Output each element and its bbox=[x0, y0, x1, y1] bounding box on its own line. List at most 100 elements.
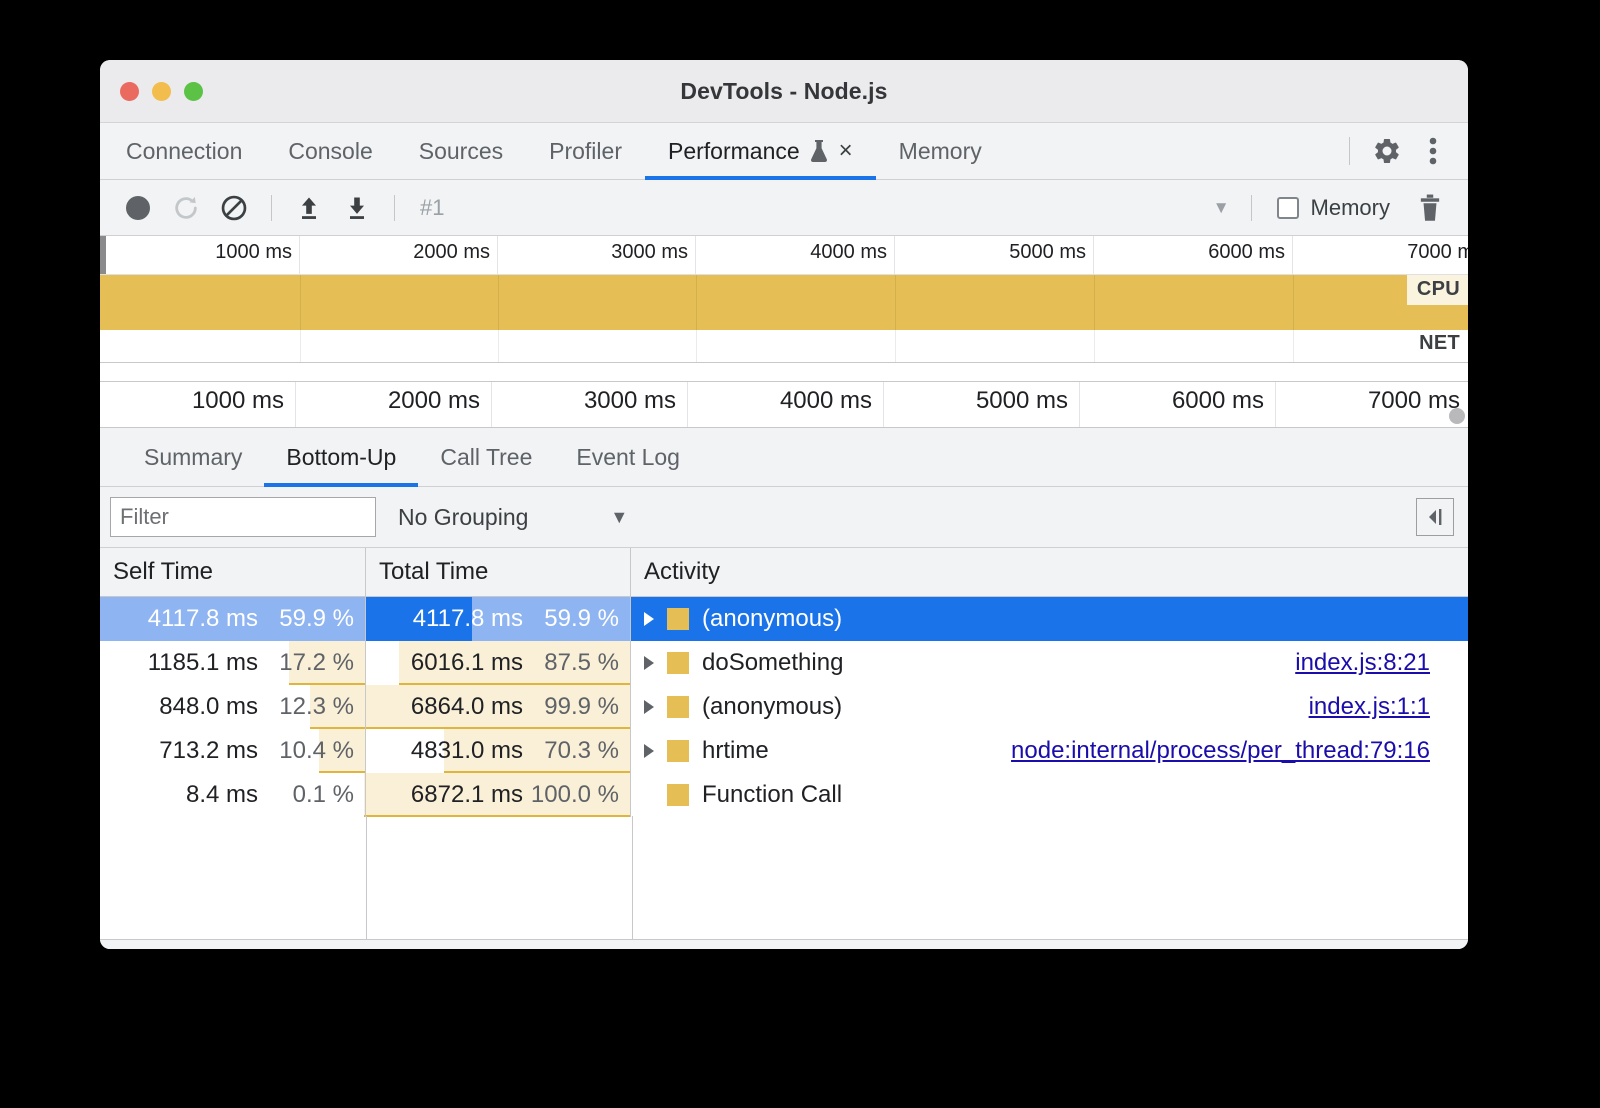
timeline-ruler[interactable]: 1000 ms 2000 ms 3000 ms 4000 ms 5000 ms … bbox=[100, 382, 1468, 428]
filter-input[interactable] bbox=[110, 497, 376, 537]
cpu-lane-label: CPU bbox=[1407, 275, 1468, 305]
table-row[interactable]: 4117.8 ms 59.9 % 4117.8 ms 59.9 % (anony… bbox=[100, 597, 1468, 641]
net-lane-label: NET bbox=[1419, 332, 1460, 355]
divider bbox=[394, 195, 395, 221]
source-link[interactable]: index.js:1:1 bbox=[1309, 693, 1430, 721]
traffic-lights bbox=[120, 82, 203, 101]
source-link[interactable]: index.js:8:21 bbox=[1295, 649, 1430, 677]
expand-triangle-icon[interactable] bbox=[644, 656, 654, 670]
subtab-label: Bottom-Up bbox=[286, 444, 396, 471]
cell-activity: Function Call bbox=[631, 773, 1468, 817]
table-row[interactable]: 8.4 ms 0.1 % 6872.1 ms 100.0 % Function … bbox=[100, 773, 1468, 817]
cell-activity: hrtime node:internal/process/per_thread:… bbox=[631, 729, 1468, 773]
total-time-percent: 99.9 % bbox=[523, 693, 619, 721]
tab-bottom-up[interactable]: Bottom-Up bbox=[264, 428, 418, 486]
memory-checkbox-group[interactable]: Memory bbox=[1277, 195, 1390, 221]
tab-summary[interactable]: Summary bbox=[122, 428, 264, 486]
tab-connection[interactable]: Connection bbox=[100, 123, 265, 179]
self-time-value: 8.4 ms bbox=[186, 781, 258, 809]
subtab-label: Summary bbox=[144, 444, 242, 471]
no-entry-icon[interactable] bbox=[212, 186, 256, 230]
column-header-self-time[interactable]: Self Time bbox=[100, 548, 366, 596]
close-icon[interactable]: × bbox=[839, 139, 853, 163]
close-window-button[interactable] bbox=[120, 82, 139, 101]
self-time-percent: 59.9 % bbox=[258, 605, 354, 633]
kebab-menu-icon[interactable] bbox=[1412, 130, 1454, 172]
status-bar: Total blocking time: 0.00ms (estimated) … bbox=[100, 939, 1468, 949]
tick-label: 2000 ms bbox=[388, 387, 480, 415]
grouping-select[interactable]: No Grouping ▼ bbox=[398, 504, 628, 531]
sidebar-collapse-icon[interactable] bbox=[1416, 498, 1454, 536]
tab-label: Sources bbox=[419, 138, 503, 165]
activity-name: doSomething bbox=[702, 649, 843, 677]
filter-toolbar: No Grouping ▼ bbox=[100, 487, 1468, 548]
tab-console[interactable]: Console bbox=[265, 123, 395, 179]
bottom-up-grid: Self Time Total Time Activity 4117.8 ms … bbox=[100, 548, 1468, 939]
record-circle-icon[interactable] bbox=[116, 186, 160, 230]
tick-label: 5000 ms bbox=[1009, 241, 1086, 264]
timeline-overview[interactable]: 1000 ms 2000 ms 3000 ms 4000 ms 5000 ms … bbox=[100, 236, 1468, 382]
total-time-value: 4117.8 ms bbox=[413, 605, 523, 633]
source-link[interactable]: node:internal/process/per_thread:79:16 bbox=[1011, 737, 1430, 765]
column-header-total-time[interactable]: Total Time bbox=[366, 548, 631, 596]
column-header-activity[interactable]: Activity bbox=[631, 548, 1468, 596]
tab-label: Console bbox=[288, 138, 372, 165]
ruler-tick: 3000 ms bbox=[492, 382, 688, 427]
band-gridlines bbox=[100, 275, 1468, 330]
tab-profiler[interactable]: Profiler bbox=[526, 123, 645, 179]
cell-total-time: 4831.0 ms 70.3 % bbox=[366, 729, 631, 773]
maximize-window-button[interactable] bbox=[184, 82, 203, 101]
chevron-down-icon[interactable]: ▼ bbox=[1213, 198, 1236, 218]
tab-label: Memory bbox=[899, 138, 982, 165]
overview-drag-handle[interactable] bbox=[100, 236, 106, 274]
reload-icon[interactable] bbox=[164, 186, 208, 230]
record-toolbar: #1 ▼ Memory bbox=[100, 180, 1468, 236]
cell-total-time: 4117.8 ms 59.9 % bbox=[366, 597, 631, 641]
self-time-bar bbox=[364, 773, 365, 817]
timeline-scroll-thumb[interactable] bbox=[1449, 408, 1465, 424]
minimize-window-button[interactable] bbox=[152, 82, 171, 101]
tab-label: Profiler bbox=[549, 138, 622, 165]
memory-checkbox-label: Memory bbox=[1311, 195, 1390, 221]
tab-call-tree[interactable]: Call Tree bbox=[418, 428, 554, 486]
tick-label: 7000 ms bbox=[1407, 241, 1468, 264]
ruler-tick: 6000 ms bbox=[1080, 382, 1276, 427]
ruler-tick: 6000 ms bbox=[1094, 236, 1293, 274]
total-time-value: 4831.0 ms bbox=[411, 737, 523, 765]
tick-label: 6000 ms bbox=[1172, 387, 1264, 415]
ruler-tick: 1000 ms bbox=[100, 382, 296, 427]
total-time-percent: 59.9 % bbox=[523, 605, 619, 633]
cell-activity: (anonymous) index.js:1:1 bbox=[631, 685, 1468, 729]
memory-checkbox[interactable] bbox=[1277, 197, 1299, 219]
detail-subtabs: Summary Bottom-Up Call Tree Event Log bbox=[100, 428, 1468, 487]
tab-performance[interactable]: Performance × bbox=[645, 123, 876, 179]
tab-memory[interactable]: Memory bbox=[876, 123, 1005, 179]
table-row[interactable]: 713.2 ms 10.4 % 4831.0 ms 70.3 % hrtime … bbox=[100, 729, 1468, 773]
trash-icon[interactable] bbox=[1408, 186, 1452, 230]
expand-triangle-icon[interactable] bbox=[644, 612, 654, 626]
expand-triangle-icon[interactable] bbox=[644, 700, 654, 714]
tab-event-log[interactable]: Event Log bbox=[554, 428, 702, 486]
total-time-value: 6016.1 ms bbox=[411, 649, 523, 677]
overview-ruler: 1000 ms 2000 ms 3000 ms 4000 ms 5000 ms … bbox=[100, 236, 1468, 275]
tick-label: 3000 ms bbox=[611, 241, 688, 264]
tabstrip-actions bbox=[1337, 123, 1468, 179]
tab-label: Connection bbox=[126, 138, 242, 165]
table-row[interactable]: 1185.1 ms 17.2 % 6016.1 ms 87.5 % doSome… bbox=[100, 641, 1468, 685]
divider bbox=[1251, 195, 1252, 221]
devtools-window: DevTools - Node.js Connection Console So… bbox=[100, 60, 1468, 949]
total-time-percent: 100.0 % bbox=[523, 781, 619, 809]
total-time-percent: 70.3 % bbox=[523, 737, 619, 765]
activity-color-swatch bbox=[667, 696, 689, 718]
grid-header-row: Self Time Total Time Activity bbox=[100, 548, 1468, 597]
tab-sources[interactable]: Sources bbox=[396, 123, 526, 179]
ruler-tick: 2000 ms bbox=[300, 236, 498, 274]
download-arrow-icon[interactable] bbox=[335, 186, 379, 230]
cpu-activity-band: CPU bbox=[100, 275, 1468, 330]
grouping-value: No Grouping bbox=[398, 504, 528, 531]
upload-arrow-icon[interactable] bbox=[287, 186, 331, 230]
expand-triangle-icon[interactable] bbox=[644, 744, 654, 758]
grid-empty-area bbox=[100, 816, 1468, 939]
gear-icon[interactable] bbox=[1366, 130, 1408, 172]
table-row[interactable]: 848.0 ms 12.3 % 6864.0 ms 99.9 % (anonym… bbox=[100, 685, 1468, 729]
